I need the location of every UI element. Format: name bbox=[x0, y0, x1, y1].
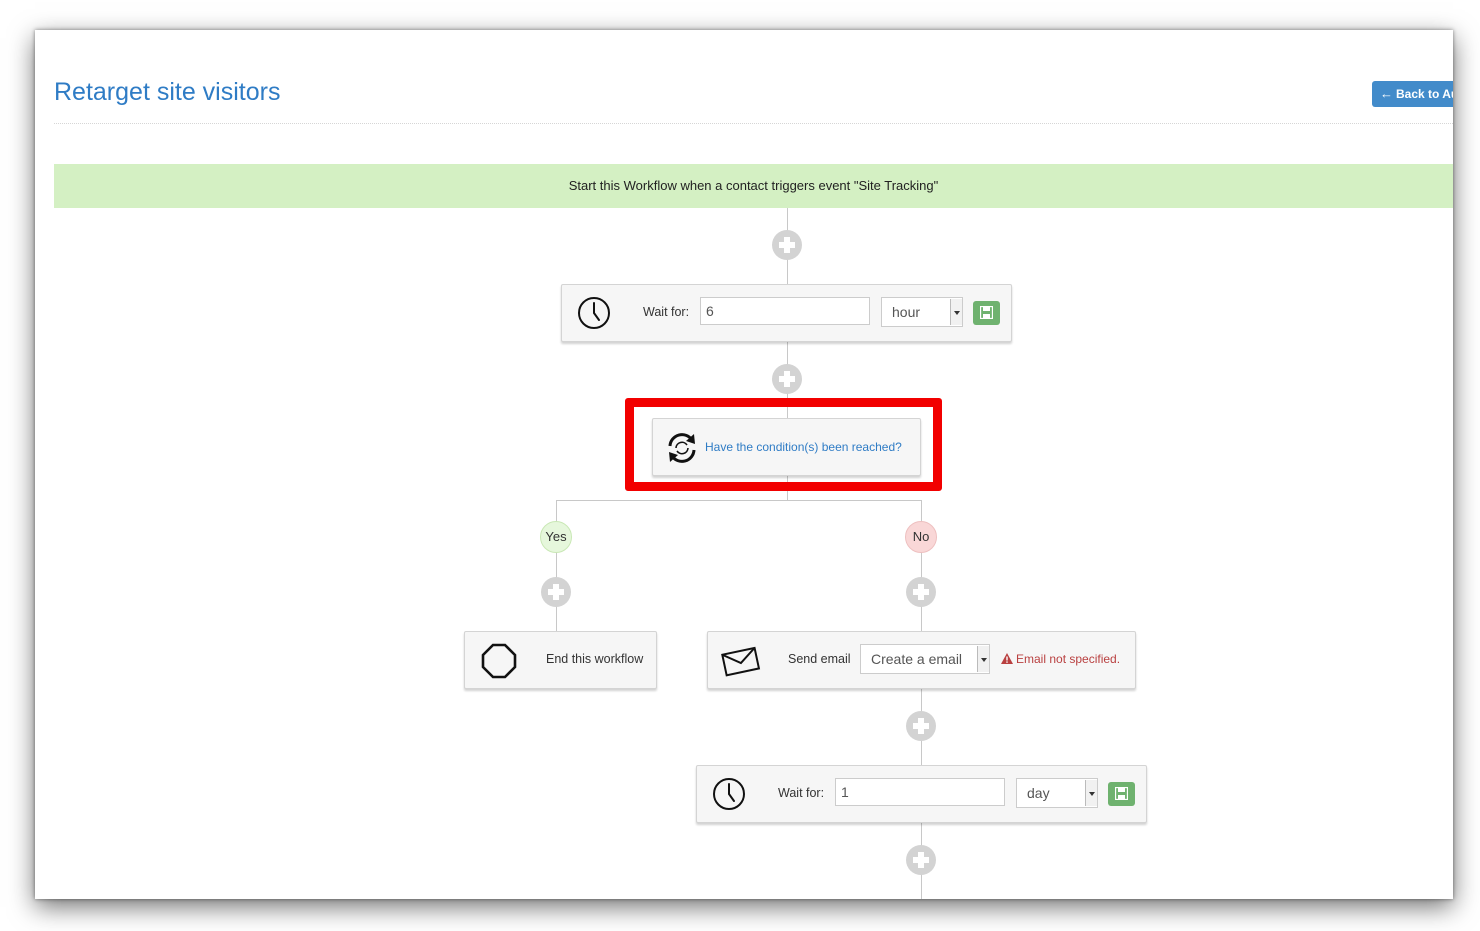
back-button[interactable]: ← Back to Au bbox=[1372, 81, 1453, 107]
workflow-editor-window: Retarget site visitors ← Back to Au Start… bbox=[35, 30, 1453, 899]
add-step-button[interactable] bbox=[906, 711, 936, 741]
page-title: Retarget site visitors bbox=[54, 78, 281, 106]
end-workflow-label: End this workflow bbox=[546, 652, 644, 666]
add-step-button[interactable] bbox=[906, 845, 936, 875]
envelope-icon bbox=[721, 644, 761, 683]
wait-amount-input[interactable] bbox=[700, 297, 870, 325]
back-button-label: Back to Au bbox=[1396, 87, 1453, 101]
wait-amount-input[interactable] bbox=[835, 778, 1005, 806]
email-warning: Email not specified. bbox=[1001, 652, 1120, 667]
trigger-text: Start this Workflow when a contact trigg… bbox=[568, 178, 939, 193]
wait-unit-select[interactable]: day bbox=[1016, 778, 1098, 808]
email-select-value: Create a email bbox=[871, 651, 963, 667]
warning-icon bbox=[1001, 653, 1013, 667]
yes-branch-badge[interactable]: Yes bbox=[540, 521, 572, 553]
add-step-button[interactable] bbox=[772, 364, 802, 394]
clock-icon bbox=[712, 777, 746, 816]
add-step-button[interactable] bbox=[772, 230, 802, 260]
save-button[interactable] bbox=[973, 301, 1000, 325]
wait-unit-value: day bbox=[1027, 785, 1050, 801]
wait-label: Wait for: bbox=[778, 786, 825, 800]
connector-line bbox=[556, 500, 557, 631]
trigger-banner[interactable]: Start this Workflow when a contact trigg… bbox=[54, 164, 1453, 208]
title-divider bbox=[54, 123, 1453, 124]
wait-step-node[interactable]: Wait for: hour bbox=[561, 284, 1012, 342]
chevron-down-icon bbox=[950, 299, 962, 325]
arrow-left-icon: ← bbox=[1380, 86, 1393, 101]
branch-split-line bbox=[556, 500, 922, 501]
save-button[interactable] bbox=[1108, 782, 1135, 806]
wait-step-node[interactable]: Wait for: day bbox=[696, 765, 1147, 823]
add-step-button[interactable] bbox=[906, 577, 936, 607]
clock-icon bbox=[577, 296, 611, 335]
send-email-label: Send email bbox=[788, 652, 851, 666]
floppy-disk-icon bbox=[980, 306, 993, 319]
highlight-box bbox=[625, 398, 942, 491]
send-email-node[interactable]: Send email Create a email Email not spec… bbox=[707, 631, 1136, 689]
wait-unit-value: hour bbox=[892, 304, 921, 320]
floppy-disk-icon bbox=[1115, 787, 1128, 800]
email-warning-text: Email not specified. bbox=[1016, 652, 1121, 666]
wait-label: Wait for: bbox=[643, 305, 690, 319]
end-workflow-node[interactable]: End this workflow bbox=[464, 631, 657, 689]
chevron-down-icon bbox=[977, 646, 989, 672]
chevron-down-icon bbox=[1085, 780, 1097, 806]
connector-line bbox=[921, 500, 922, 631]
email-select[interactable]: Create a email bbox=[860, 644, 990, 674]
no-branch-badge[interactable]: No bbox=[905, 521, 937, 553]
add-step-button[interactable] bbox=[541, 577, 571, 607]
stop-octagon-icon bbox=[481, 643, 517, 684]
wait-unit-select[interactable]: hour bbox=[881, 297, 963, 327]
